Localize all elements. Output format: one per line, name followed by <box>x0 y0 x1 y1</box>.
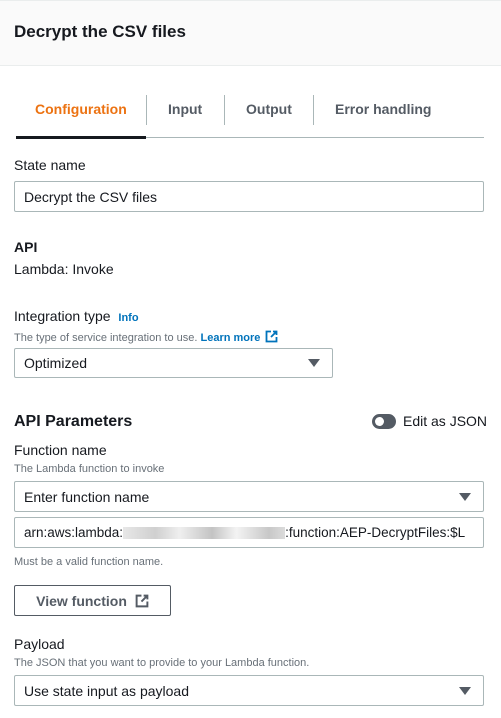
caret-down-icon <box>459 492 471 501</box>
api-parameters-heading: API Parameters <box>14 413 133 430</box>
tab-configuration[interactable]: Configuration <box>35 101 127 117</box>
integration-description: The type of service integration to use. … <box>14 330 278 344</box>
function-arn-input[interactable]: arn:aws:lambda: :function:AEP-DecryptFile… <box>14 517 484 548</box>
caret-down-icon <box>459 686 471 695</box>
payload-select[interactable]: Use state input as payload <box>14 675 484 706</box>
tab-input[interactable]: Input <box>168 101 202 117</box>
integration-type-value: Optimized <box>24 355 88 371</box>
tab-output[interactable]: Output <box>246 101 292 117</box>
tab-error-handling[interactable]: Error handling <box>335 101 431 117</box>
payload-select-value: Use state input as payload <box>24 682 189 699</box>
tab-divider <box>313 95 314 125</box>
active-tab-indicator <box>16 136 146 139</box>
function-name-hint: Must be a valid function name. <box>14 556 164 568</box>
panel-title: Decrypt the CSV files <box>14 22 186 41</box>
integration-type-text: Integration type <box>14 308 111 324</box>
edit-as-json-toggle[interactable] <box>372 414 396 429</box>
state-name-input[interactable] <box>14 181 484 212</box>
arn-prefix: arn:aws:lambda: <box>24 525 124 540</box>
payload-label: Payload <box>14 636 65 652</box>
info-link[interactable]: Info <box>118 312 138 324</box>
function-name-select[interactable]: Enter function name <box>14 481 484 512</box>
edit-as-json-label: Edit as JSON <box>403 413 488 429</box>
function-name-label: Function name <box>14 442 107 458</box>
external-link-icon <box>266 330 278 343</box>
api-label: API <box>14 239 38 255</box>
external-link-icon <box>135 594 149 607</box>
learn-more-link[interactable]: Learn more <box>201 332 261 344</box>
function-name-select-value: Enter function name <box>24 488 150 505</box>
arn-suffix: :function:AEP-DecryptFiles:$L <box>285 525 466 540</box>
function-name-description: The Lambda function to invoke <box>14 463 165 475</box>
api-value: Lambda: Invoke <box>14 261 114 277</box>
tab-divider <box>224 95 225 125</box>
integration-type-select[interactable]: Optimized <box>14 348 333 378</box>
redacted-account-id <box>123 526 286 539</box>
view-function-button[interactable]: View function <box>14 585 171 616</box>
state-name-label: State name <box>14 157 86 173</box>
integration-description-text: The type of service integration to use. <box>14 332 198 344</box>
caret-down-icon <box>308 359 320 367</box>
view-function-label: View function <box>36 592 127 609</box>
tab-divider <box>146 95 147 125</box>
payload-description: The JSON that you want to provide to you… <box>14 657 310 669</box>
integration-type-label: Integration type Info <box>14 308 139 324</box>
